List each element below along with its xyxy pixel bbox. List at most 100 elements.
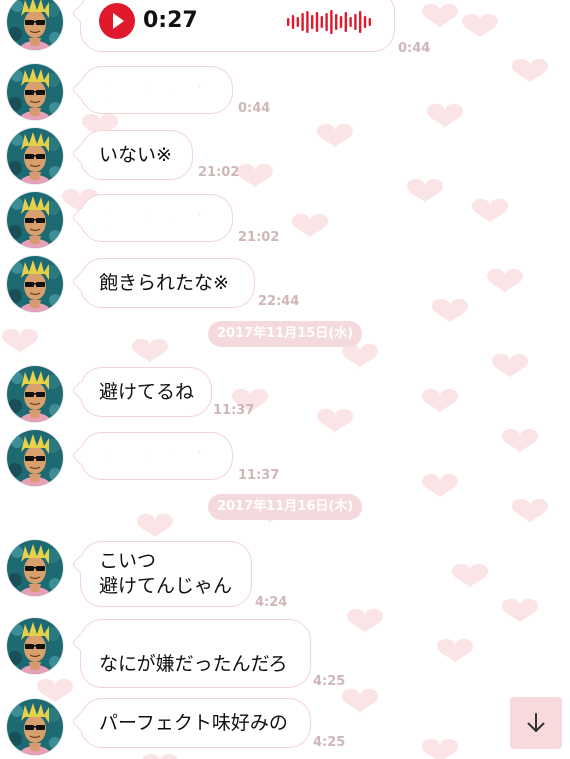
avatar-portrait (7, 699, 63, 755)
text-bubble[interactable]: 飽きられたな※ (80, 258, 255, 308)
heart-shape (472, 198, 508, 224)
avatar-portrait (7, 618, 63, 674)
text-bubble[interactable]: こいつ 避けてんじゃん (80, 541, 252, 607)
waveform-icon (287, 10, 371, 34)
heart-shape (132, 338, 168, 364)
sticker-char: ま (158, 202, 189, 233)
sticker-char: る (188, 74, 219, 105)
avatar[interactable] (7, 430, 63, 486)
sticker-bubble[interactable]: おけまる (80, 66, 233, 114)
avatar[interactable] (7, 128, 63, 184)
waveform-bar (291, 15, 295, 29)
play-icon[interactable] (99, 3, 135, 39)
sticker-char: け (128, 202, 159, 233)
sticker-char: る (188, 440, 219, 471)
heart-shape (502, 598, 538, 624)
heart-shape (142, 753, 178, 759)
waveform-bar (311, 15, 314, 29)
waveform-bar (301, 13, 304, 31)
waveform-bar (315, 12, 319, 32)
waveform-bar (296, 17, 299, 27)
heart-shape (347, 608, 383, 634)
heart-shape (452, 563, 488, 589)
avatar[interactable] (7, 256, 63, 312)
sticker-bubble[interactable]: おけまる (80, 194, 233, 242)
sticker-bubble[interactable]: おけまる (80, 432, 233, 480)
message-time: 4:25 (313, 735, 346, 750)
message-time: 22:44 (258, 294, 300, 309)
voice-duration: 0:27 (143, 8, 198, 33)
heart-shape (317, 123, 353, 149)
heart-shape (317, 408, 353, 434)
waveform-bar (330, 10, 333, 34)
date-separator: 2017年11月16日(木) (208, 494, 363, 520)
avatar-portrait (7, 128, 63, 184)
text-bubble[interactable]: 避けてるね (80, 367, 212, 417)
arrow-down-icon (527, 713, 545, 732)
avatar-portrait (7, 64, 63, 120)
avatar[interactable] (7, 64, 63, 120)
waveform-bar (359, 11, 362, 33)
avatar[interactable] (7, 618, 63, 674)
message-time: 4:25 (313, 674, 346, 689)
avatar[interactable] (7, 540, 63, 596)
waveform-bar (368, 18, 371, 26)
message-time: 11:37 (213, 403, 255, 418)
heart-shape (422, 3, 458, 29)
waveform-bar (325, 13, 328, 31)
avatar[interactable] (7, 699, 63, 755)
message-time: 11:37 (238, 468, 280, 483)
message-time: 4:24 (255, 595, 288, 610)
waveform-bar (335, 14, 338, 30)
heart-shape (342, 688, 378, 714)
text-bubble[interactable]: パーフェクト味好みの (80, 698, 311, 748)
heart-shape (427, 103, 463, 129)
avatar-portrait (7, 430, 63, 486)
sticker-char: お (98, 440, 129, 471)
waveform-bar (320, 16, 323, 28)
waveform-bar (354, 14, 357, 30)
message-time: 21:02 (198, 165, 240, 180)
heart-shape (422, 388, 458, 414)
date-separator: 2017年11月15日(水) (208, 321, 363, 347)
sticker-char: け (128, 440, 159, 471)
heart-shape (422, 473, 458, 499)
heart-shape (437, 638, 473, 664)
heart-shape (502, 428, 538, 454)
text-bubble[interactable]: なにが嫌だったんだろ (80, 619, 311, 688)
avatar-portrait (7, 192, 63, 248)
avatar[interactable] (7, 192, 63, 248)
heart-shape (512, 498, 548, 524)
sticker-char: ま (158, 440, 189, 471)
text-bubble[interactable]: いない※ (80, 130, 193, 180)
sticker-char: ま (158, 74, 189, 105)
heart-shape (407, 178, 443, 204)
scroll-to-bottom-button[interactable] (510, 697, 562, 749)
heart-shape (137, 513, 173, 539)
waveform-bar (363, 16, 367, 28)
avatar[interactable] (7, 366, 63, 422)
message-time: 0:44 (238, 101, 271, 116)
sticker-char: お (98, 202, 129, 233)
waveform-bar (339, 16, 343, 28)
heart-shape (2, 328, 38, 354)
voice-bubble[interactable]: 0:27 (80, 0, 395, 52)
sticker-char: け (128, 74, 159, 105)
heart-shape (422, 738, 458, 759)
avatar-portrait (7, 540, 63, 596)
avatar-portrait (7, 366, 63, 422)
heart-shape (432, 298, 468, 324)
waveform-bar (349, 17, 352, 27)
heart-shape (492, 353, 528, 379)
heart-shape (512, 58, 548, 84)
heart-shape (237, 163, 273, 189)
waveform-bar (306, 11, 309, 33)
heart-shape (462, 13, 498, 39)
heart-shape (342, 343, 378, 369)
avatar-portrait (7, 256, 63, 312)
sticker-char: る (188, 202, 219, 233)
sticker-char: お (98, 74, 129, 105)
text-bubble-label: なにが嫌だったんだろ (99, 653, 288, 675)
message-time: 0:44 (398, 41, 431, 56)
waveform-bar (287, 18, 290, 26)
